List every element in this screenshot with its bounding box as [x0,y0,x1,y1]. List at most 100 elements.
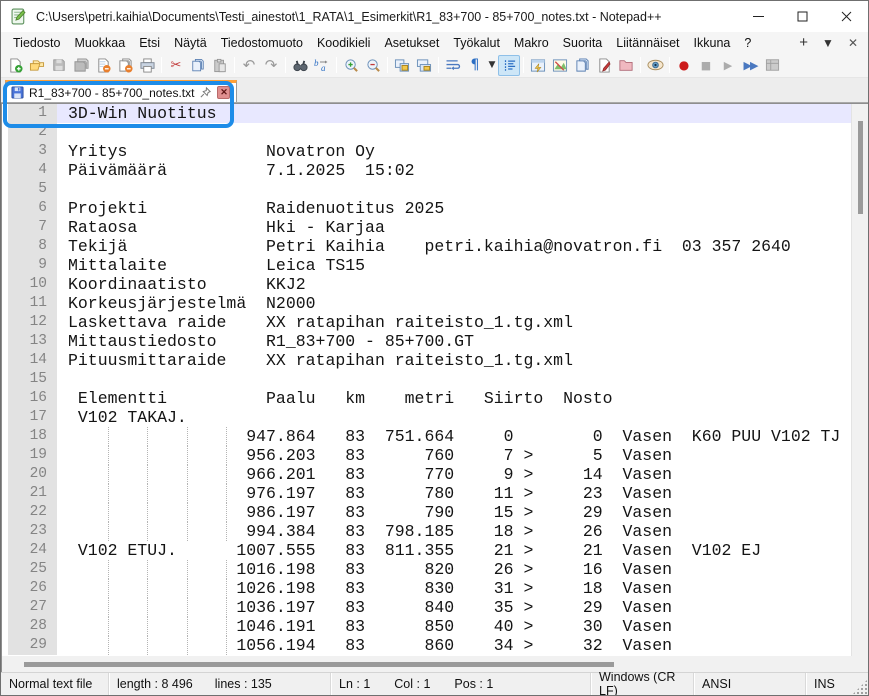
editor-line-14[interactable]: 14Pituusmittaraide XX ratapihan raiteist… [2,351,851,370]
menu-item-tiedosto[interactable]: Tiedosto [6,34,67,52]
menu-item-makro[interactable]: Makro [507,34,556,52]
line-text: 986.197 83 790 15 > 29 Vasen [57,503,851,522]
menu-item-muokkaa[interactable]: Muokkaa [67,34,132,52]
editor-line-21[interactable]: 21 976.197 83 780 11 > 23 Vasen [2,484,851,503]
document-switcher-icon[interactable] [593,55,615,76]
menu-item-n-yt-[interactable]: Näytä [167,34,214,52]
close-all-icon[interactable] [114,55,136,76]
menu-item-liit-nn-iset[interactable]: Liitännäiset [609,34,686,52]
editor-line-22[interactable]: 22 986.197 83 790 15 > 29 Vasen [2,503,851,522]
menu-item-koodikieli[interactable]: Koodikieli [310,34,378,52]
document-map-icon[interactable] [549,55,571,76]
horizontal-scrollbar[interactable] [1,656,868,672]
menu-item-ty-kalut[interactable]: Työkalut [446,34,507,52]
editor-line-19[interactable]: 19 956.203 83 760 7 > 5 Vasen [2,446,851,465]
sync-horizontal-scroll-icon[interactable] [413,55,435,76]
close-tab-button[interactable]: ✕ [848,36,858,50]
editor-line-20[interactable]: 20 966.201 83 770 9 > 14 Vasen [2,465,851,484]
undo-icon[interactable]: ↶ [238,55,260,76]
editor-line-1[interactable]: 13D-Win Nuotitus [2,104,851,123]
menu-item-tiedostomuoto[interactable]: Tiedostomuoto [214,34,310,52]
text-area[interactable]: 13D-Win Nuotitus23Yritys Novatron Oy4Päi… [1,104,851,656]
tab-bar: R1_83+700 - 85+700_notes.txt ✕ [1,78,868,103]
cut-icon[interactable]: ✂ [165,55,187,76]
tab-close-icon[interactable]: ✕ [217,86,230,99]
editor-line-7[interactable]: 7Rataosa Hki - Karjaa [2,218,851,237]
resize-grip[interactable] [852,679,868,695]
new-tab-button[interactable]: + [799,34,808,51]
line-number: 24 [2,541,57,560]
line-text: 976.197 83 780 11 > 23 Vasen [57,484,851,503]
maximize-button[interactable] [780,1,824,32]
menu-item-ikkuna[interactable]: Ikkuna [687,34,738,52]
macro-run-multiple-icon[interactable]: ▶▶ [739,55,761,76]
menu-item--[interactable]: ? [737,34,758,52]
editor-line-5[interactable]: 5 [2,180,851,199]
zoom-in-icon[interactable] [340,55,362,76]
editor-line-17[interactable]: 17 V102 TAKAJ. [2,408,851,427]
editor-line-15[interactable]: 15 [2,370,851,389]
vertical-scrollbar-thumb[interactable] [858,121,863,214]
editor-line-25[interactable]: 25 1016.198 83 820 26 > 16 Vasen [2,560,851,579]
sync-vertical-scroll-icon[interactable] [391,55,413,76]
paste-icon[interactable] [209,55,231,76]
editor[interactable]: 13D-Win Nuotitus23Yritys Novatron Oy4Päi… [1,103,868,656]
insert-mode-label[interactable]: INS [814,677,835,691]
folder-as-workspace-icon[interactable] [615,55,637,76]
editor-line-27[interactable]: 27 1036.197 83 840 35 > 29 Vasen [2,598,851,617]
editor-line-16[interactable]: 16 Elementti Paalu km metri Siirto Nosto [2,389,851,408]
indent-guide-icon[interactable] [498,55,520,76]
macro-save-icon[interactable] [761,55,783,76]
macro-stop-icon[interactable]: ■ [695,55,717,76]
editor-line-9[interactable]: 9Mittalaite Leica TS15 [2,256,851,275]
indent-guide-line [187,617,188,636]
save-all-icon[interactable] [70,55,92,76]
find-icon[interactable] [289,55,311,76]
show-all-characters-dropdown-icon[interactable]: ▼ [486,55,498,76]
editor-line-24[interactable]: 24 V102 ETUJ. 1007.555 83 811.355 21 > 2… [2,541,851,560]
menu-item-etsi[interactable]: Etsi [132,34,167,52]
monitoring-icon[interactable] [644,55,666,76]
zoom-out-icon[interactable] [362,55,384,76]
tab-notes-file[interactable]: R1_83+700 - 85+700_notes.txt ✕ [5,80,237,102]
open-file-icon[interactable] [26,55,48,76]
close-button[interactable] [824,1,868,32]
indent-guide-line [226,579,227,598]
editor-line-4[interactable]: 4Päivämäärä 7.1.2025 15:02 [2,161,851,180]
editor-line-3[interactable]: 3Yritys Novatron Oy [2,142,851,161]
editor-line-12[interactable]: 12Laskettava raide XX ratapihan raiteist… [2,313,851,332]
pin-icon[interactable] [199,86,212,99]
new-file-icon[interactable] [4,55,26,76]
editor-line-11[interactable]: 11Korkeusjärjestelmä N2000 [2,294,851,313]
save-icon[interactable] [48,55,70,76]
editor-line-13[interactable]: 13Mittaustiedosto R1_83+700 - 85+700.GT [2,332,851,351]
editor-line-10[interactable]: 10Koordinaatisto KKJ2 [2,275,851,294]
print-icon[interactable] [136,55,158,76]
editor-line-6[interactable]: 6Projekti Raidenuotitus 2025 [2,199,851,218]
horizontal-scrollbar-thumb[interactable] [24,662,614,667]
close-file-icon[interactable] [92,55,114,76]
function-list-icon[interactable] [527,55,549,76]
replace-icon[interactable]: ba [311,55,333,76]
redo-icon[interactable]: ↷ [260,55,282,76]
macro-record-icon[interactable]: ● [673,55,695,76]
editor-line-29[interactable]: 29 1056.194 83 860 34 > 32 Vasen [2,636,851,655]
eol-format-label[interactable]: Windows (CR LF) [599,670,693,696]
word-wrap-icon[interactable] [442,55,464,76]
vertical-scrollbar[interactable] [851,104,868,656]
minimize-button[interactable] [736,1,780,32]
document-list-icon[interactable] [571,55,593,76]
editor-line-8[interactable]: 8Tekijä Petri Kaihia petri.kaihia@novatr… [2,237,851,256]
editor-line-2[interactable]: 2 [2,123,851,142]
menu-item-suorita[interactable]: Suorita [556,34,610,52]
editor-line-28[interactable]: 28 1046.191 83 850 40 > 30 Vasen [2,617,851,636]
editor-line-26[interactable]: 26 1026.198 83 830 31 > 18 Vasen [2,579,851,598]
editor-line-18[interactable]: 18 947.864 83 751.664 0 0 Vasen K60 PUU … [2,427,851,446]
copy-icon[interactable] [187,55,209,76]
menu-item-asetukset[interactable]: Asetukset [377,34,446,52]
macro-play-icon[interactable]: ▶ [717,55,739,76]
editor-line-23[interactable]: 23 994.384 83 798.185 18 > 26 Vasen [2,522,851,541]
encoding-label[interactable]: ANSI [702,677,731,691]
tab-list-button[interactable]: ▼ [822,36,834,50]
show-all-characters-icon[interactable]: ¶ [464,55,486,76]
